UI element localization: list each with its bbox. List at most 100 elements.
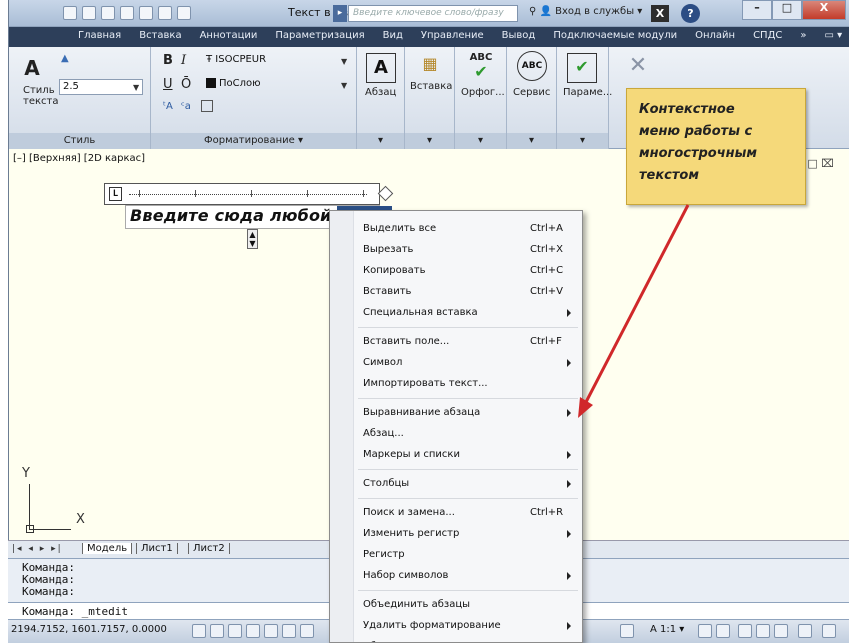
tab-online[interactable]: Онлайн	[686, 27, 744, 47]
redo-icon[interactable]	[177, 6, 191, 20]
context-menu-separator	[358, 327, 578, 328]
tab-sheet1[interactable]: Лист1	[136, 543, 178, 554]
underline-button[interactable]: U	[163, 77, 173, 92]
tab-parametric[interactable]: Параметризация	[266, 27, 373, 47]
tab-manage[interactable]: Управление	[412, 27, 493, 47]
tab-annotate[interactable]: Аннотации	[191, 27, 267, 47]
font-combo[interactable]: Ŧ ISOCPEUR	[203, 53, 349, 69]
exchange-icon[interactable]: X	[651, 5, 669, 22]
tab-stop-icon[interactable]: L	[109, 187, 122, 201]
text-ruler[interactable]: L	[104, 183, 380, 205]
paragraph-panel[interactable]: A Абзац ▾	[357, 47, 405, 149]
context-menu-item[interactable]: Абзац...	[330, 424, 582, 445]
background-mask-icon[interactable]	[201, 100, 213, 112]
context-menu-item[interactable]: Символ	[330, 353, 582, 374]
tab-output[interactable]: Вывод	[493, 27, 545, 47]
context-menu-item[interactable]: Специальная вставка	[330, 303, 582, 324]
bold-button[interactable]: B	[163, 53, 173, 68]
new-icon[interactable]	[63, 6, 77, 20]
tabs-overflow[interactable]: »	[791, 27, 815, 47]
insert-panel[interactable]: ▦ Вставка ▾	[405, 47, 455, 149]
text-style-icon[interactable]: A	[17, 53, 47, 83]
context-menu-item-label: Изменить регистр	[363, 528, 460, 539]
ruler-ticks	[129, 194, 367, 195]
context-menu-item[interactable]: Регистр	[330, 545, 582, 566]
paragraph-icon: A	[366, 53, 396, 83]
annotation-scale[interactable]: A 1:1 ▾	[650, 624, 684, 635]
color-combo[interactable]: ПоСлою	[203, 77, 349, 93]
minimize-button[interactable]: –	[742, 0, 772, 20]
context-menu-item-label: Поиск и замена...	[363, 507, 455, 518]
clean-screen-icon[interactable]	[822, 624, 836, 638]
annotation-visibility-icon[interactable]	[698, 624, 712, 638]
context-menu-item[interactable]: Маркеры и списки	[330, 445, 582, 466]
autoscale-icon[interactable]	[716, 624, 730, 638]
osnap-icon[interactable]	[264, 624, 278, 638]
options-panel[interactable]: ✔ Параме... ▾	[557, 47, 612, 149]
tools-panel[interactable]: ABC Сервис ▾	[507, 47, 557, 149]
ucs-y-label: Y	[22, 466, 30, 481]
open-icon[interactable]	[82, 6, 96, 20]
tab-model[interactable]: Модель	[82, 543, 133, 554]
context-menu-item[interactable]: Изменить регистр	[330, 524, 582, 545]
italic-button[interactable]: I	[181, 53, 186, 68]
model-space-icon[interactable]	[620, 624, 634, 638]
isolate-icon[interactable]	[798, 624, 812, 638]
saveas-icon[interactable]	[120, 6, 134, 20]
tab-plugins[interactable]: Подключаемые модули	[544, 27, 686, 47]
search-expand-icon[interactable]: ▸	[333, 5, 347, 22]
callout-line: многострочным	[639, 146, 758, 161]
maximize-button[interactable]: □	[772, 0, 802, 20]
case-up-icon[interactable]: ᵗA	[163, 101, 173, 112]
coordinates-readout[interactable]: 2194.7152, 1601.7157, 0.0000	[11, 624, 167, 635]
context-menu-item[interactable]: Объединить абзацы	[330, 595, 582, 616]
lock-icon[interactable]	[756, 624, 770, 638]
context-menu-item[interactable]: Импортировать текст...	[330, 374, 582, 395]
height-resize-handle[interactable]: ▲ ▼	[247, 229, 258, 249]
tab-view[interactable]: Вид	[374, 27, 412, 47]
case-down-icon[interactable]: ᶜa	[181, 101, 191, 112]
context-menu-item[interactable]: Выравнивание абзаца	[330, 403, 582, 424]
context-menu-item[interactable]: Выделить все Ctrl+A	[330, 219, 582, 240]
context-menu-item[interactable]: Вставить Ctrl+V	[330, 282, 582, 303]
overline-button[interactable]: Ō	[181, 77, 191, 92]
signin-label: Вход в службы	[555, 6, 635, 17]
save-icon[interactable]	[101, 6, 115, 20]
tabs-minimize[interactable]: ▭ ▾	[815, 27, 849, 47]
context-menu-item[interactable]: Вставить поле... Ctrl+F	[330, 332, 582, 353]
close-button[interactable]: X	[802, 0, 846, 20]
viewport-controls[interactable]: □ ⌧	[807, 157, 834, 170]
spellcheck-panel[interactable]: ABC ✔ Орфог... ▾	[455, 47, 507, 149]
spellcheck-icon: ABC ✔	[469, 52, 493, 81]
ortho-icon[interactable]	[228, 624, 242, 638]
ruler-tick	[307, 190, 308, 197]
tab-home[interactable]: Главная	[69, 27, 130, 47]
polar-icon[interactable]	[246, 624, 260, 638]
context-menu-item[interactable]: Удалить форматирование	[330, 616, 582, 637]
hardware-icon[interactable]	[774, 624, 788, 638]
tab-spds[interactable]: СПДС	[744, 27, 791, 47]
signin-button[interactable]: ⚲ 👤 Вход в службы ▾	[529, 6, 642, 17]
context-menu-item[interactable]: Вырезать Ctrl+X	[330, 240, 582, 261]
tab-insert[interactable]: Вставка	[130, 27, 190, 47]
viewport-label[interactable]: [–] [Верхняя] [2D каркас]	[13, 153, 145, 164]
otrack-icon[interactable]	[282, 624, 296, 638]
snap-icon[interactable]	[192, 624, 206, 638]
context-menu-item[interactable]: Поиск и замена... Ctrl+R	[330, 503, 582, 524]
context-menu-item[interactable]: Копировать Ctrl+C	[330, 261, 582, 282]
context-menu-item[interactable]: Столбцы	[330, 474, 582, 495]
undo-icon[interactable]	[158, 6, 172, 20]
tab-sheet2[interactable]: Лист2	[188, 543, 230, 554]
layout-nav-icon[interactable]: |◂ ◂ ▸ ▸|	[12, 544, 63, 554]
annotative-icon[interactable]: ▲	[61, 53, 69, 64]
context-menu-item[interactable]: Сброс фонового цвета	[330, 637, 582, 642]
grid-icon[interactable]	[210, 624, 224, 638]
text-height-combo[interactable]: 2.5	[59, 79, 143, 95]
workspace-gear-icon[interactable]	[738, 624, 752, 638]
print-icon[interactable]	[139, 6, 153, 20]
lineweight-icon[interactable]	[300, 624, 314, 638]
callout-line: текстом	[639, 168, 699, 183]
help-icon[interactable]: ?	[681, 4, 700, 23]
context-menu-item[interactable]: Набор символов	[330, 566, 582, 587]
search-input[interactable]: Введите ключевое слово/фразу	[348, 5, 518, 22]
